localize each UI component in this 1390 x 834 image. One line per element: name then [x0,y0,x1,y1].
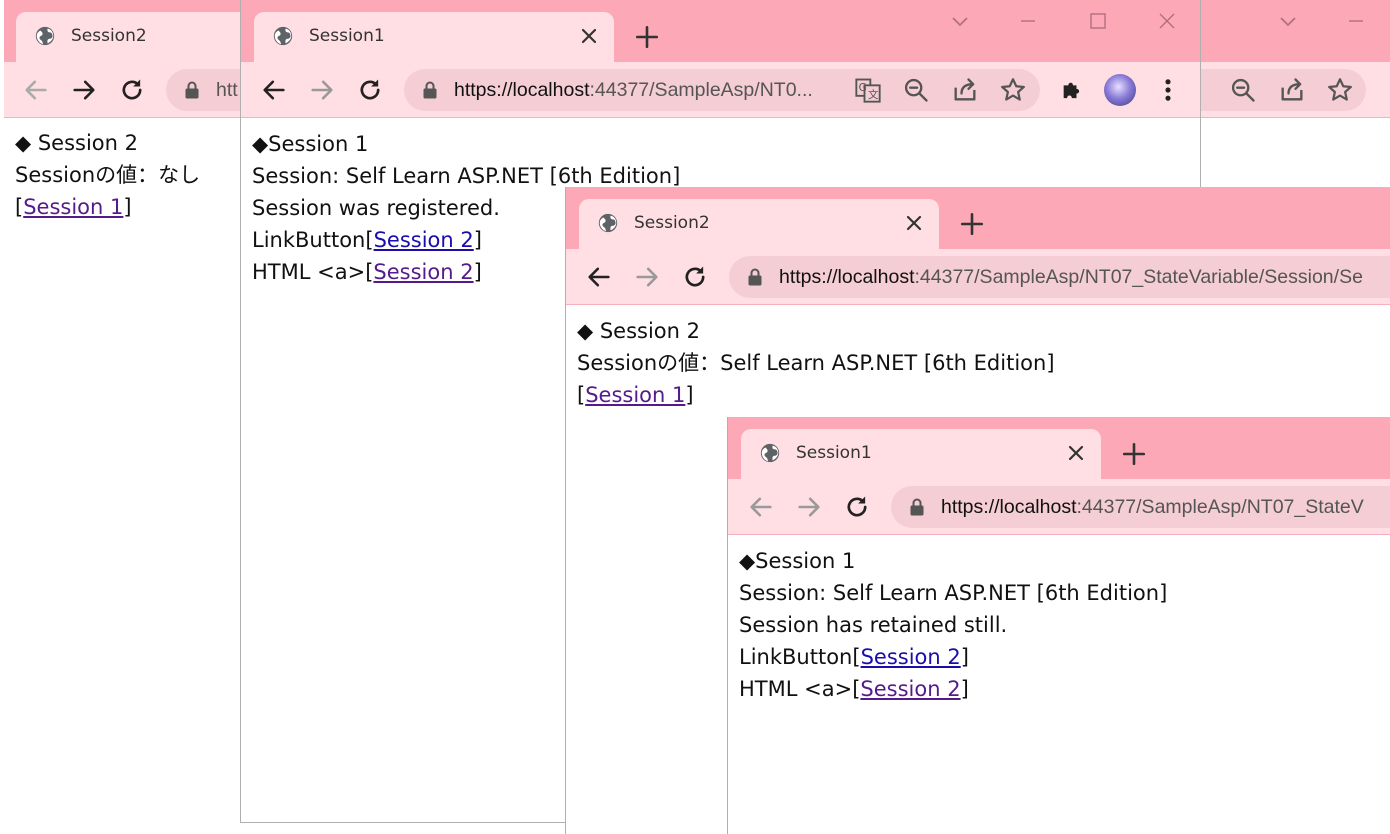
url-text: https://localhost:44377/SampleAsp/NT0... [454,79,813,101]
close-icon[interactable] [902,211,926,235]
session-value-line: Sessionの値：Self Learn ASP.NET [6th Editio… [577,351,1055,375]
page-content: ◆Session 1 Session: Self Learn ASP.NET [… [728,545,1390,705]
share-icon[interactable] [951,76,979,104]
toolbar: https://localhost:44377/SampleAsp/NT07_S… [728,479,1390,535]
globe-icon [759,442,781,464]
chevron-down-icon[interactable] [1276,9,1300,33]
minimize-icon[interactable] [1344,9,1368,33]
session1-link[interactable]: Session 1 [585,383,685,407]
address-bar[interactable]: https://localhost:44377/SampleAsp/NT07_S… [891,486,1390,528]
plus-icon[interactable] [1121,441,1147,467]
tab-session2[interactable]: Session2 [579,199,939,249]
close-icon[interactable] [1064,441,1088,465]
toolbar: https://localhost:44377/SampleAsp/NT0... [241,62,1200,118]
forward-arrow-icon[interactable] [308,76,336,104]
plus-icon[interactable] [959,211,985,237]
close-icon[interactable] [577,24,601,48]
minimize-icon[interactable] [1016,9,1040,33]
toolbar: https://localhost:44377/SampleAsp/NT07_S… [566,249,1390,305]
plus-icon[interactable] [634,24,660,50]
puzzle-icon[interactable] [1059,76,1087,104]
forward-arrow-icon[interactable] [70,76,98,104]
address-bar[interactable]: https://localhost:44377/SampleAsp/NT0... [404,69,1040,111]
back-arrow-icon[interactable] [747,493,775,521]
page-heading: ◆ Session 2 [577,319,700,343]
url-text: htt [216,79,238,101]
lock-icon [747,268,763,286]
link-line: [Session 1] [577,383,694,407]
url-text: https://localhost:44377/SampleAsp/NT07_S… [779,266,1363,288]
zoom-out-icon[interactable] [902,76,930,104]
lock-icon [422,81,438,99]
tab-title: Session1 [796,443,872,463]
address-bar[interactable]: https://localhost:44377/SampleAsp/NT07_S… [729,256,1390,298]
tab-title: Session2 [71,26,147,46]
linkbutton-session2[interactable]: Session 2 [374,228,474,252]
tab-title: Session1 [309,26,385,46]
linkbutton-line: LinkButton[Session 2] [739,645,969,669]
star-icon[interactable] [1326,76,1354,104]
avatar[interactable] [1104,74,1136,106]
session1-link[interactable]: Session 1 [23,195,123,219]
reload-icon[interactable] [681,263,709,291]
zoom-out-icon[interactable] [1229,76,1257,104]
chevron-down-icon[interactable] [948,9,972,33]
back-arrow-icon[interactable] [585,263,613,291]
tab-session2[interactable]: Session2 [16,12,266,62]
tab-session1[interactable]: Session1 [254,12,614,62]
session-value-line: Session: Self Learn ASP.NET [6th Edition… [739,581,1168,605]
back-arrow-icon[interactable] [260,76,288,104]
linkbutton-session2[interactable]: Session 2 [861,645,961,669]
page-heading: ◆Session 1 [252,132,369,156]
tab-title: Session2 [634,213,710,233]
star-icon[interactable] [999,76,1027,104]
tab-session1[interactable]: Session1 [741,429,1101,479]
lock-icon [184,81,200,99]
maximize-icon[interactable] [1086,9,1110,33]
browser-window-d: Session1 https://localhost:44377/SampleA… [727,417,1390,834]
share-icon[interactable] [1278,76,1306,104]
close-window-icon[interactable] [1155,9,1179,33]
url-text: https://localhost:44377/SampleAsp/NT07_S… [941,496,1364,518]
reload-icon[interactable] [356,76,384,104]
forward-arrow-icon[interactable] [795,493,823,521]
forward-arrow-icon[interactable] [633,263,661,291]
html-a-session2[interactable]: Session 2 [373,260,473,284]
lock-icon [909,498,925,516]
page-heading: ◆Session 1 [739,549,856,573]
html-a-line: HTML <a>[Session 2] [739,677,969,701]
globe-icon [597,212,619,234]
reload-icon[interactable] [843,493,871,521]
globe-icon [34,25,56,47]
kebab-menu-icon[interactable] [1154,76,1182,104]
page-content: ◆ Session 2 Sessionの値：Self Learn ASP.NET… [566,315,1390,411]
html-a-session2[interactable]: Session 2 [860,677,960,701]
back-arrow-icon[interactable] [22,76,50,104]
reload-icon[interactable] [118,76,146,104]
translate-icon[interactable] [854,76,882,104]
globe-icon [272,25,294,47]
status-line: Session has retained still. [739,613,1008,637]
